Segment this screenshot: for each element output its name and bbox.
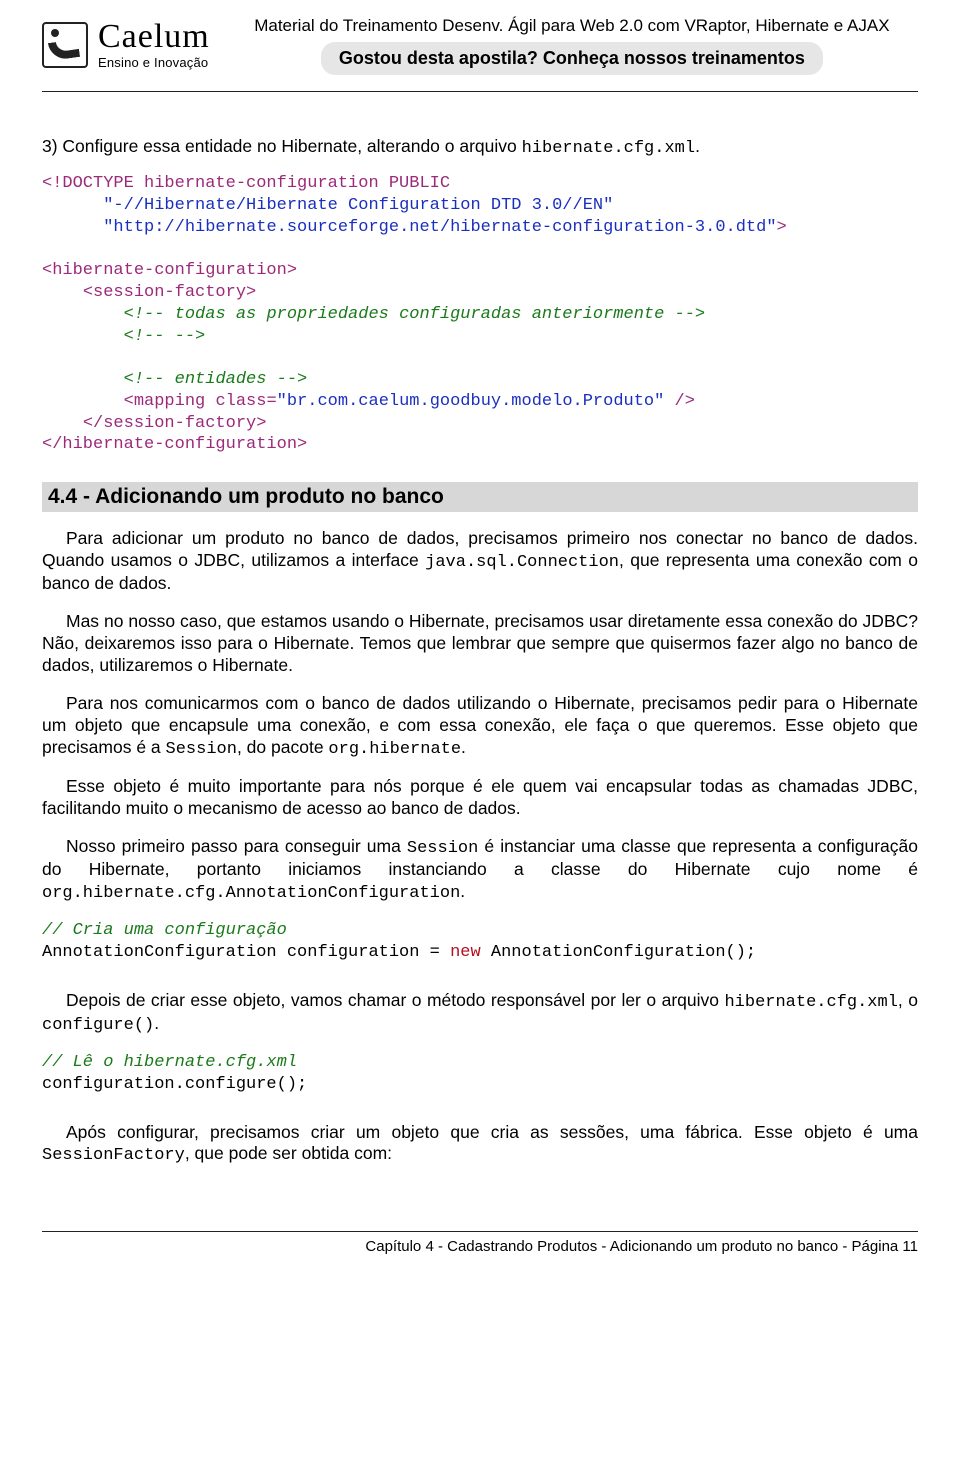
code-comment: <!-- --> — [124, 327, 206, 346]
inline-code: org.hibernate — [328, 740, 461, 759]
code-line: /> — [664, 392, 695, 411]
paragraph-5: Nosso primeiro passo para conseguir uma … — [42, 836, 918, 904]
inline-code: Session — [166, 740, 237, 759]
text: Nosso primeiro passo para conseguir uma — [66, 836, 407, 856]
code-line: <hibernate-configuration> — [42, 261, 297, 280]
header-titles: Material do Treinamento Desenv. Ágil par… — [226, 14, 918, 75]
header-cta-link[interactable]: Gostou desta apostila? Conheça nossos tr… — [321, 42, 823, 75]
step-text-suffix: . — [695, 136, 700, 156]
code-hibernate-cfg: <!DOCTYPE hibernate-configuration PUBLIC… — [42, 173, 918, 456]
logo-text: Caelum Ensino e Inovação — [98, 20, 210, 69]
logo-tagline: Ensino e Inovação — [98, 56, 210, 69]
code-comment: // Cria uma configuração — [42, 921, 287, 940]
code-configure: // Lê o hibernate.cfg.xml configuration.… — [42, 1052, 918, 1096]
text: . — [460, 881, 465, 901]
code-line: configuration.configure(); — [42, 1075, 307, 1094]
header-divider — [42, 91, 918, 92]
page-header: Caelum Ensino e Inovação Material do Tre… — [42, 14, 918, 81]
code-line: AnnotationConfiguration configuration = — [42, 943, 450, 962]
code-line: <!DOCTYPE hibernate-configuration PUBLIC — [42, 174, 450, 193]
text: Depois de criar esse objeto, vamos chama… — [66, 990, 724, 1010]
paragraph-7: Após configurar, precisamos criar um obj… — [42, 1122, 918, 1167]
code-comment: // Lê o hibernate.cfg.xml — [42, 1053, 297, 1072]
code-line: AnnotationConfiguration(); — [481, 943, 756, 962]
text: , que pode ser obtida com: — [185, 1143, 392, 1163]
text: Após configurar, precisamos criar um obj… — [66, 1122, 918, 1142]
document-body: 3) Configure essa entidade no Hibernate,… — [42, 136, 918, 1167]
code-keyword: new — [450, 943, 481, 962]
step-filename: hibernate.cfg.xml — [522, 139, 695, 158]
paragraph-2: Mas no nosso caso, que estamos usando o … — [42, 611, 918, 677]
step-3-instruction: 3) Configure essa entidade no Hibernate,… — [42, 136, 918, 159]
code-line: <session-factory> — [83, 283, 256, 302]
paragraph-1: Para adicionar um produto no banco de da… — [42, 528, 918, 595]
code-line: </hibernate-configuration> — [42, 435, 307, 454]
text: , do pacote — [237, 737, 328, 757]
section-4-4-heading: 4.4 - Adicionando um produto no banco — [42, 482, 918, 512]
inline-code: configure() — [42, 1016, 154, 1035]
code-line: class= — [215, 392, 276, 411]
paragraph-4: Esse objeto é muito importante para nós … — [42, 776, 918, 820]
code-line: <mapping — [124, 392, 216, 411]
text: , o — [898, 990, 918, 1010]
inline-code: hibernate.cfg.xml — [724, 993, 897, 1012]
inline-code: SessionFactory — [42, 1146, 185, 1165]
paragraph-3: Para nos comunicarmos com o banco de dad… — [42, 693, 918, 760]
code-line: "br.com.caelum.goodbuy.modelo.Produto" — [277, 392, 665, 411]
logo: Caelum Ensino e Inovação — [42, 14, 210, 69]
logo-name: Caelum — [98, 20, 210, 54]
code-comment: <!-- todas as propriedades configuradas … — [124, 305, 706, 324]
inline-code: org.hibernate.cfg.AnnotationConfiguratio… — [42, 884, 460, 903]
code-line: </session-factory> — [83, 414, 267, 433]
code-create-configuration: // Cria uma configuração AnnotationConfi… — [42, 920, 918, 964]
course-title: Material do Treinamento Desenv. Ágil par… — [226, 16, 918, 36]
code-comment: <!-- entidades --> — [124, 370, 308, 389]
paragraph-6: Depois de criar esse objeto, vamos chama… — [42, 990, 918, 1037]
document-page: Caelum Ensino e Inovação Material do Tre… — [0, 0, 960, 1466]
step-text-prefix: 3) Configure essa entidade no Hibernate,… — [42, 136, 522, 156]
inline-code: java.sql.Connection — [425, 553, 619, 572]
code-line: "http://hibernate.sourceforge.net/hibern… — [103, 218, 776, 237]
inline-code: Session — [407, 839, 478, 858]
caelum-logo-icon — [42, 22, 88, 68]
text: . — [154, 1013, 159, 1033]
footer-divider — [42, 1231, 918, 1232]
text: . — [461, 737, 466, 757]
code-line: > — [777, 218, 787, 237]
page-footer: Capítulo 4 - Cadastrando Produtos - Adic… — [42, 1238, 918, 1255]
code-line: "-//Hibernate/Hibernate Configuration DT… — [103, 196, 613, 215]
